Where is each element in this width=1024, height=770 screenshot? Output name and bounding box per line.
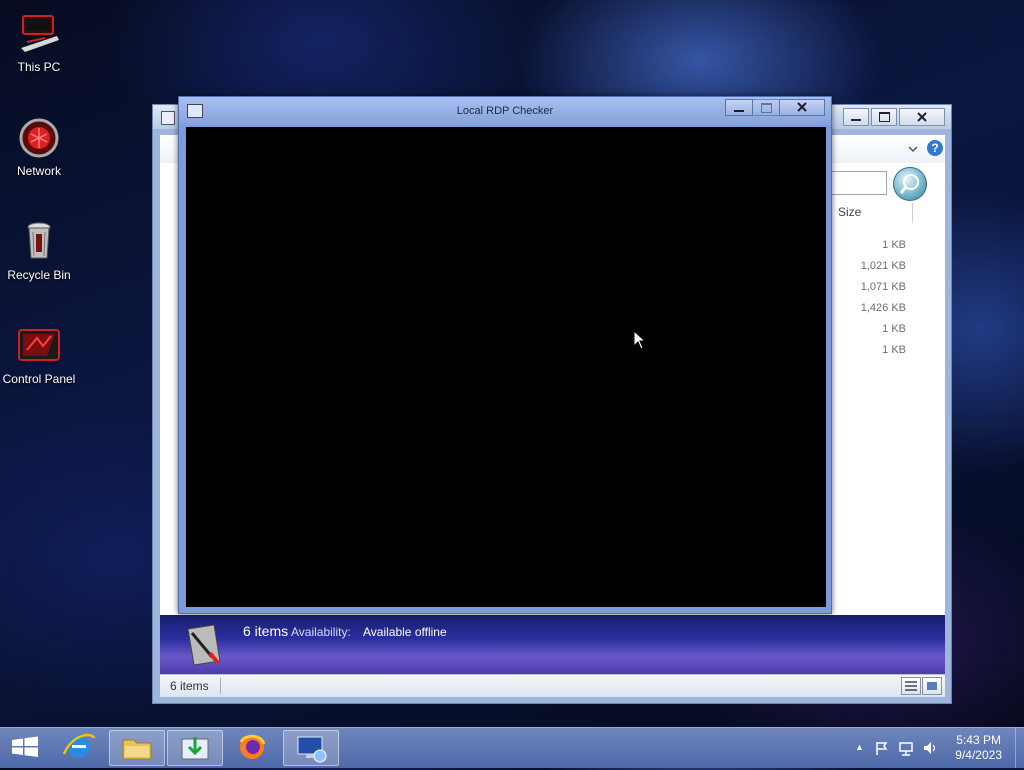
- chevron-down-icon[interactable]: [907, 143, 919, 155]
- taskbar-download-manager[interactable]: [167, 730, 223, 766]
- taskbar-clock[interactable]: 5:43 PM 9/4/2023: [955, 733, 1002, 763]
- desktop-icon-recycle-bin[interactable]: Recycle Bin: [0, 220, 78, 282]
- volume-icon[interactable]: [922, 740, 938, 756]
- file-size-cell: 1,021 KB: [860, 260, 906, 272]
- rdp-close-button[interactable]: [779, 99, 825, 116]
- download-manager-icon: [181, 737, 209, 760]
- minimize-icon: [851, 119, 861, 121]
- explorer-maximize-button[interactable]: [871, 108, 897, 126]
- column-header-size[interactable]: Size: [838, 205, 861, 219]
- status-bar: 6 items: [160, 674, 945, 697]
- large-icons-view-button[interactable]: [922, 677, 942, 695]
- network-status-icon[interactable]: [898, 740, 914, 756]
- file-size-cell: 1 KB: [882, 344, 906, 356]
- rdp-maximize-button[interactable]: [752, 99, 780, 116]
- explorer-app-icon: [161, 111, 175, 125]
- desktop-icon-control-panel[interactable]: Control Panel: [0, 324, 78, 386]
- details-view-button[interactable]: [901, 677, 921, 695]
- clock-time: 5:43 PM: [956, 733, 1001, 747]
- file-size-cell: 1,426 KB: [860, 302, 906, 314]
- taskbar-firefox[interactable]: [225, 730, 279, 764]
- file-explorer-icon: [122, 739, 152, 760]
- show-hidden-icons-button[interactable]: ▲: [855, 742, 864, 752]
- status-separator: [220, 678, 221, 694]
- file-size-cell: 1 KB: [882, 239, 906, 251]
- desktop-icon-label: Network: [16, 164, 61, 178]
- remote-desktop-icon: [297, 736, 327, 763]
- search-icon[interactable]: [893, 167, 927, 201]
- start-icon: [12, 736, 38, 757]
- rdp-title-bar[interactable]: Local RDP Checker: [179, 97, 831, 125]
- close-icon: [797, 102, 807, 112]
- file-size-cell: 1,071 KB: [860, 281, 906, 293]
- firefox-icon: [239, 734, 266, 759]
- folder-thumbnail-icon: [187, 624, 221, 666]
- close-icon: [917, 112, 927, 122]
- minimize-icon: [734, 110, 744, 112]
- rdp-remote-screen[interactable]: [186, 127, 826, 607]
- search-input[interactable]: [832, 171, 887, 195]
- details-availability-value: Available offline: [363, 625, 447, 639]
- status-item-count: 6 items: [170, 679, 209, 693]
- control-panel-icon: [17, 324, 61, 368]
- internet-explorer-icon: [62, 733, 96, 758]
- help-icon: ?: [931, 141, 939, 155]
- taskbar-internet-explorer[interactable]: [52, 730, 106, 764]
- desktop-icon-this-pc[interactable]: This PC: [0, 12, 78, 74]
- maximize-icon: [878, 112, 890, 122]
- explorer-close-button[interactable]: [899, 108, 945, 126]
- maximize-icon: [760, 103, 772, 113]
- this-pc-icon: [17, 12, 61, 56]
- network-icon: [17, 116, 61, 160]
- rdp-checker-window[interactable]: Local RDP Checker: [178, 96, 832, 614]
- details-pane: 6 items Availability: Available offline: [160, 615, 945, 675]
- explorer-minimize-button[interactable]: [843, 108, 869, 126]
- rdp-minimize-button[interactable]: [725, 99, 753, 116]
- clock-date: 9/4/2023: [955, 748, 1002, 762]
- details-view-icon: [905, 681, 917, 691]
- column-separator[interactable]: [912, 203, 913, 223]
- taskbar: ▲ 5:43 PM 9/4/2023: [0, 727, 1024, 768]
- desktop-icon-label: Recycle Bin: [7, 268, 71, 282]
- action-center-flag-icon[interactable]: [874, 740, 890, 756]
- details-item-count: 6 items: [243, 623, 289, 639]
- taskbar-remote-desktop[interactable]: [283, 730, 339, 766]
- recycle-bin-icon: [17, 220, 61, 264]
- show-desktop-button[interactable]: [1015, 728, 1024, 768]
- mouse-cursor-icon: [633, 330, 647, 350]
- desktop-icon-network[interactable]: Network: [0, 116, 78, 178]
- desktop-icon-label: This PC: [17, 60, 61, 74]
- desktop-icon-label: Control Panel: [2, 372, 76, 386]
- details-availability-label: Availability:: [291, 625, 351, 639]
- start-button[interactable]: [0, 730, 50, 764]
- taskbar-file-explorer[interactable]: [109, 730, 165, 766]
- file-size-cell: 1 KB: [882, 323, 906, 335]
- help-button[interactable]: ?: [927, 140, 943, 156]
- large-icons-view-icon: [927, 682, 937, 690]
